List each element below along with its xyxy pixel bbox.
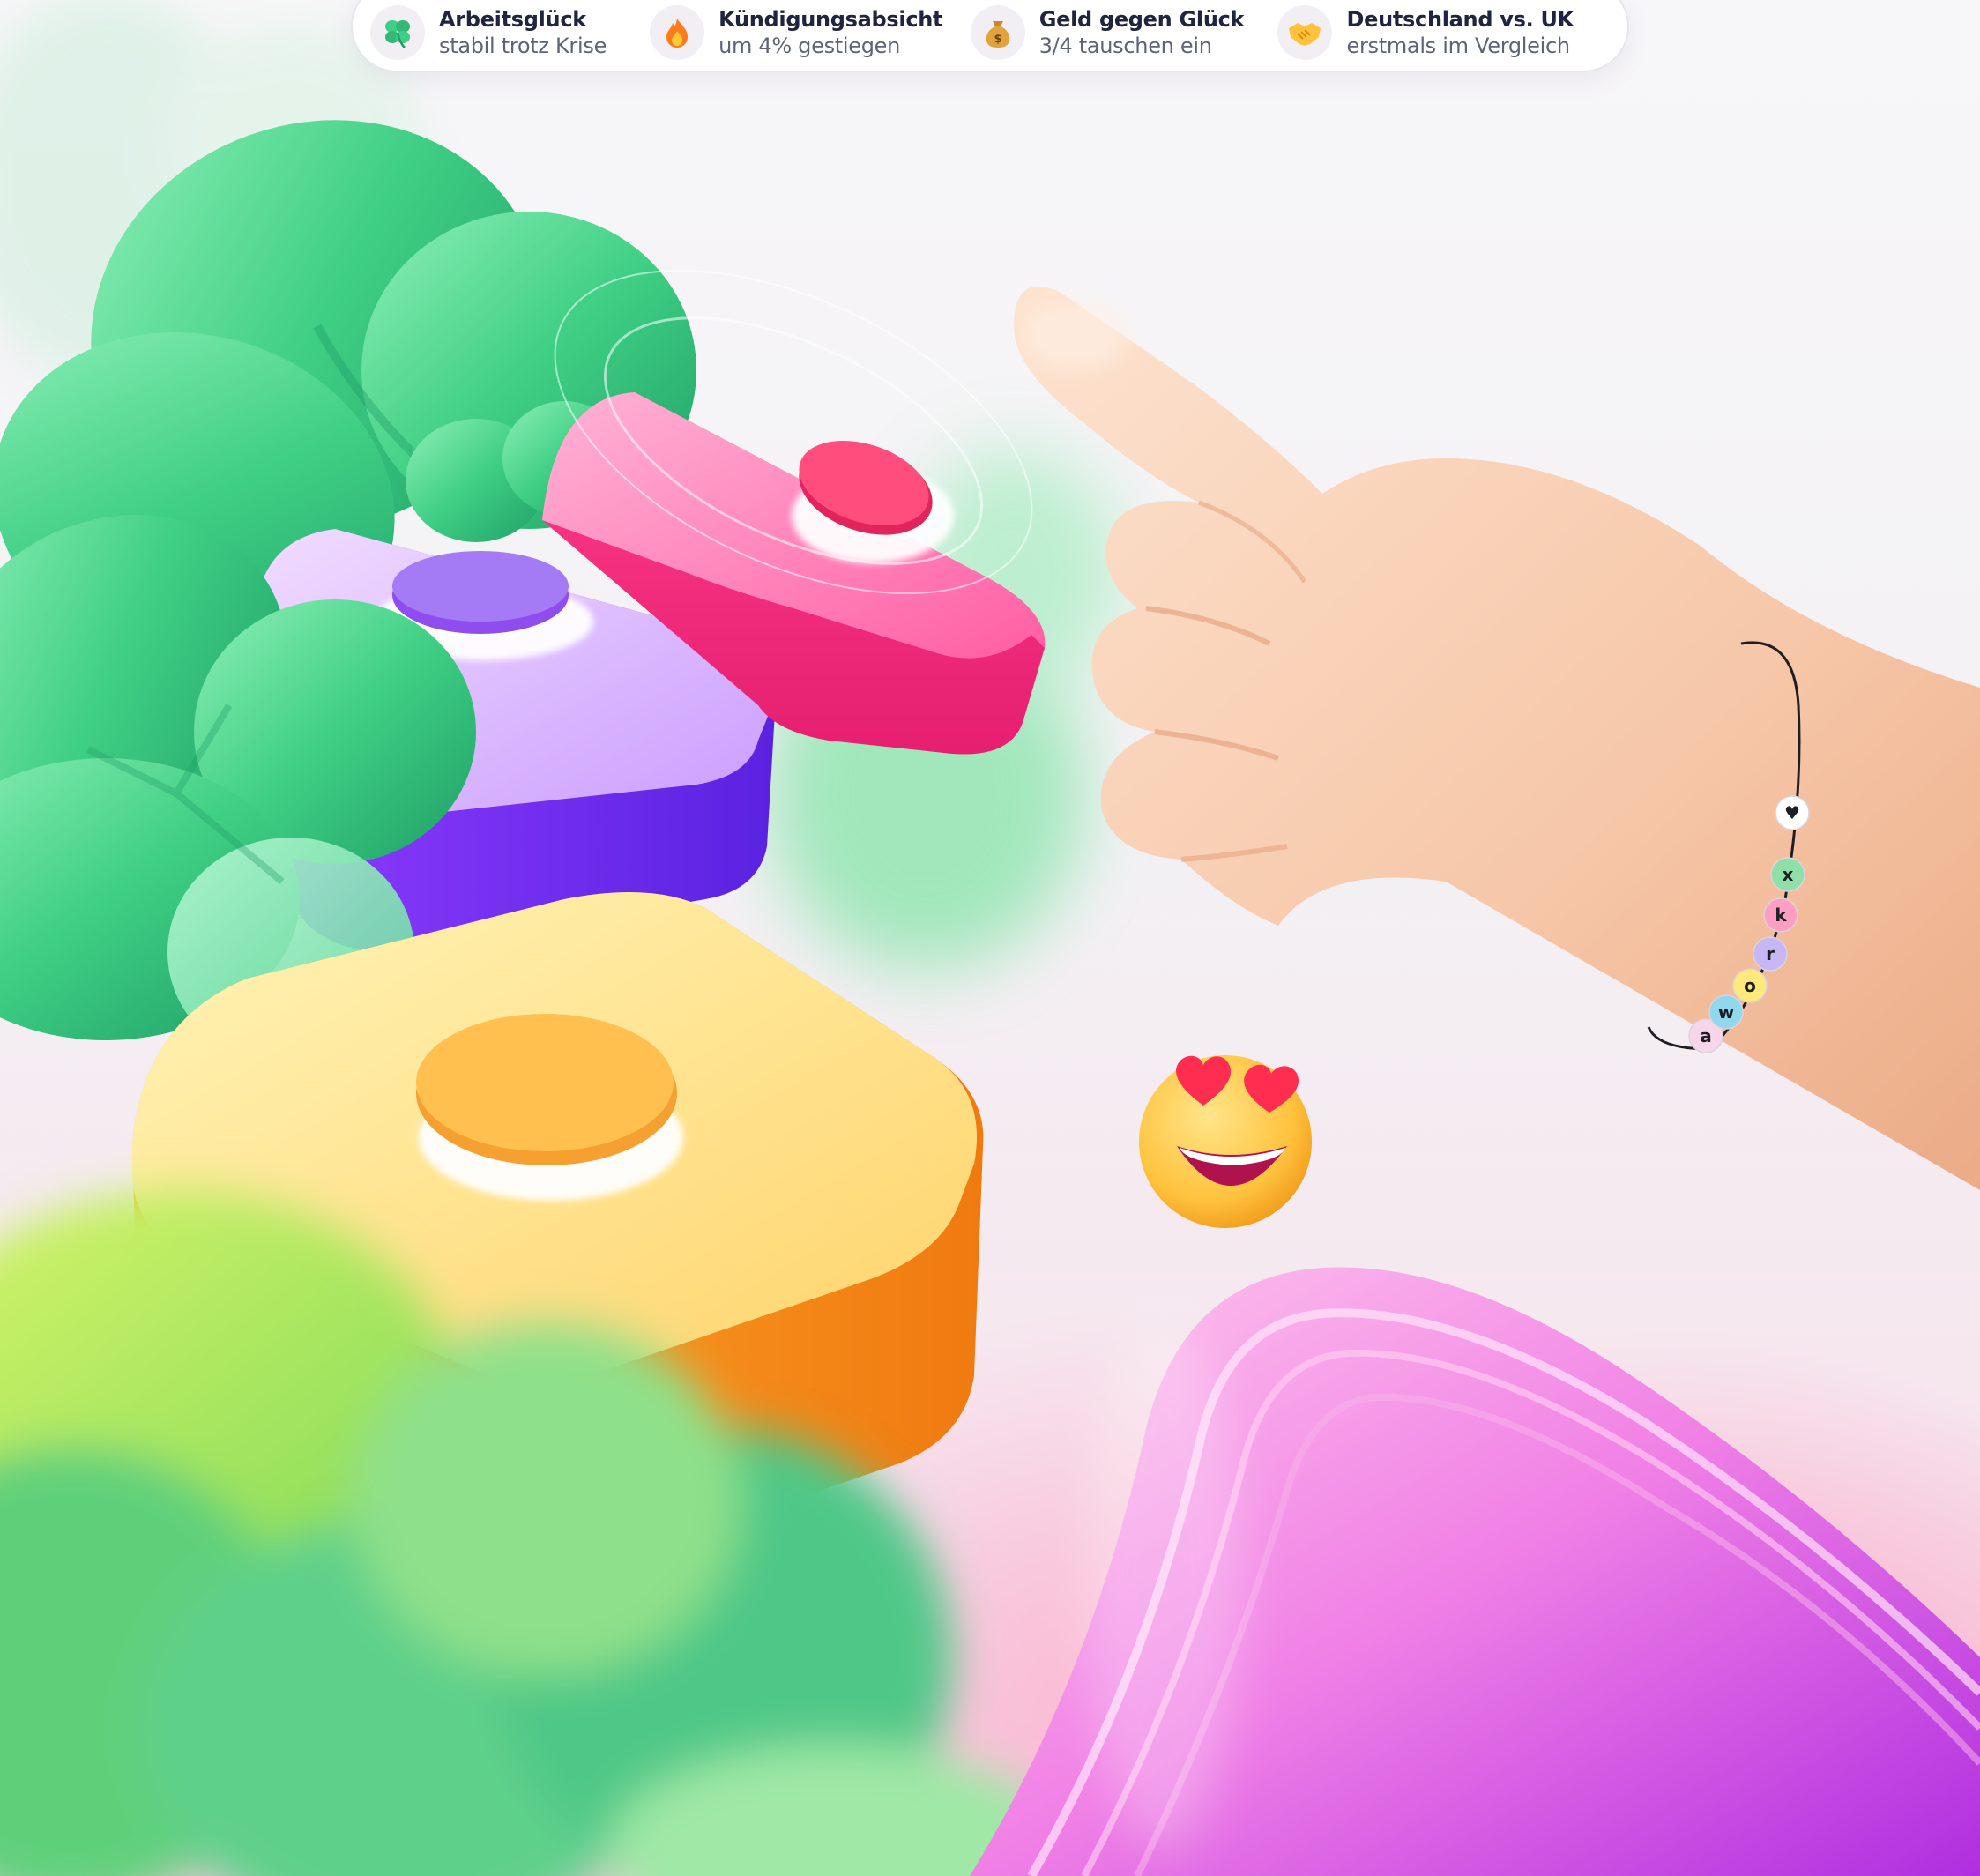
bead-letter: w [1718, 1001, 1734, 1023]
bead-letter: o [1744, 975, 1756, 996]
bead-letter: a [1700, 1025, 1712, 1046]
stat-subtitle: 3/4 tauschen ein [1038, 33, 1212, 58]
stat-title: Arbeitsglück [439, 7, 586, 33]
bead-letter: x [1783, 864, 1794, 885]
money-bag-icon: $ [970, 5, 1025, 60]
stat-title: Kündigungsabsicht [718, 7, 943, 33]
bracelet-bead: ♥ [1775, 795, 1810, 830]
four-leaf-clover-icon [370, 5, 425, 60]
stat-title: Deutschland vs. UK [1346, 7, 1574, 33]
hero-artwork: aworkx ♥ [0, 0, 1980, 1876]
stats-bar: Arbeitsglück stabil trotz Krise Kündigun… [351, 0, 1629, 72]
stat-subtitle: um 4% gestiegen [718, 33, 901, 58]
stat-germany-vs-uk[interactable]: Deutschland vs. UK erstmals im Vergleich [1277, 0, 1610, 68]
flame-icon [650, 5, 705, 60]
stat-subtitle: stabil trotz Krise [439, 33, 607, 58]
heart-eyes-emoji [1139, 1055, 1312, 1228]
bead-letter: ♥ [1784, 802, 1800, 823]
stat-subtitle: erstmals im Vergleich [1346, 33, 1570, 58]
svg-text:$: $ [994, 33, 1001, 46]
bead-letter: r [1766, 943, 1775, 964]
bead-letter: k [1775, 904, 1787, 926]
handshake-icon [1277, 5, 1333, 60]
stat-title: Geld gegen Glück [1038, 7, 1245, 33]
stat-work-happiness[interactable]: Arbeitsglück stabil trotz Krise [370, 0, 650, 68]
bracelet-bead: k [1763, 897, 1798, 933]
bracelet-bead: r [1753, 936, 1788, 972]
bracelet-bead: o [1732, 968, 1768, 1003]
stat-resignation-intent[interactable]: Kündigungsabsicht um 4% gestiegen [650, 0, 971, 68]
bracelet-bead: w [1708, 994, 1744, 1030]
pink-ribbon [970, 1267, 1980, 1876]
hero-illustration: a w o r k x ♥ Arbeitsglück stabil trotz Krise [0, 0, 1980, 1876]
bracelet-bead: x [1770, 857, 1805, 892]
stat-money-vs-happiness[interactable]: $ Geld gegen Glück 3/4 tauschen ein [970, 0, 1278, 68]
pointing-hand [1014, 287, 1980, 1190]
